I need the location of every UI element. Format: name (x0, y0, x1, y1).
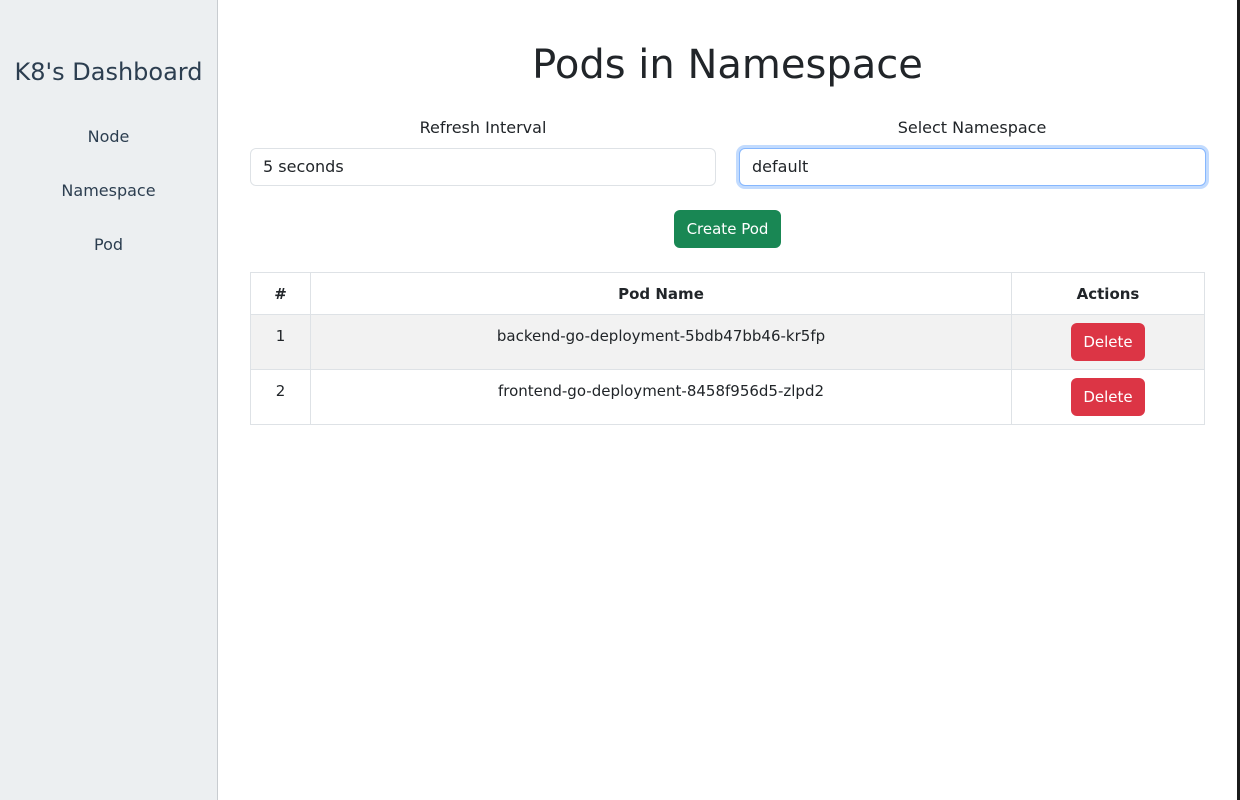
refresh-interval-select[interactable]: 5 seconds (250, 148, 716, 186)
pod-name-cell: frontend-go-deployment-8458f956d5-zlpd2 (310, 369, 1012, 425)
table-row: 2 frontend-go-deployment-8458f956d5-zlpd… (250, 369, 1205, 425)
pods-table: # Pod Name Actions 1 backend-go-deployme… (250, 272, 1205, 425)
delete-button[interactable]: Delete (1071, 323, 1145, 361)
sidebar-item-namespace[interactable]: Namespace (0, 181, 217, 200)
create-pod-button[interactable]: Create Pod (674, 210, 781, 248)
app-root: K8's Dashboard Node Namespace Pod Pods i… (0, 0, 1240, 800)
row-number: 1 (250, 314, 311, 370)
refresh-interval-label: Refresh Interval (419, 118, 547, 137)
sidebar: K8's Dashboard Node Namespace Pod (0, 0, 218, 800)
table-row: 1 backend-go-deployment-5bdb47bb46-kr5fp… (250, 314, 1205, 370)
row-number: 2 (250, 369, 311, 425)
sidebar-item-pod[interactable]: Pod (0, 235, 217, 254)
table-header-row: # Pod Name Actions (250, 272, 1205, 315)
actions-cell: Delete (1011, 314, 1205, 370)
actions-cell: Delete (1011, 369, 1205, 425)
header-number: # (250, 272, 311, 315)
delete-button[interactable]: Delete (1071, 378, 1145, 416)
brand-title: K8's Dashboard (14, 58, 203, 86)
pod-name-cell: backend-go-deployment-5bdb47bb46-kr5fp (310, 314, 1012, 370)
header-actions: Actions (1011, 272, 1205, 315)
sidebar-item-node[interactable]: Node (0, 127, 217, 146)
select-namespace-label: Select Namespace (897, 118, 1047, 137)
page-title: Pods in Namespace (532, 42, 923, 88)
header-pod-name: Pod Name (310, 272, 1012, 315)
namespace-select[interactable]: default (739, 148, 1206, 186)
